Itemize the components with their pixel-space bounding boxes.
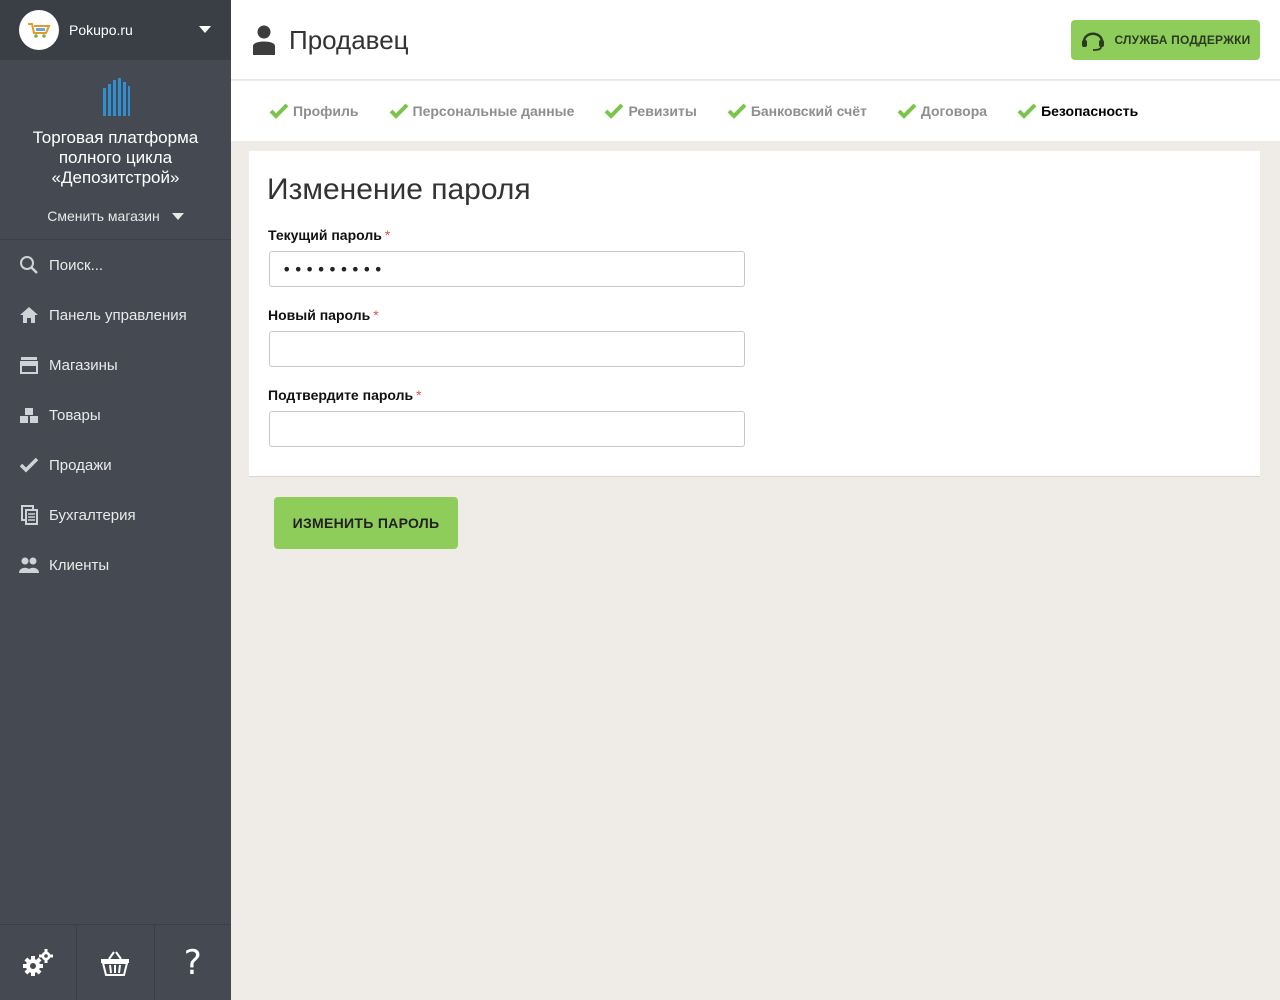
- page-title: Продавец: [289, 24, 409, 55]
- sidebar-item-label: Магазины: [49, 356, 118, 374]
- check-icon: [269, 103, 289, 119]
- check-icon: [605, 103, 624, 119]
- sidebar-item-search[interactable]: Поиск...: [0, 240, 231, 290]
- sidebar-nav: Поиск... Панель управления Магазины Това…: [0, 240, 231, 590]
- sidebar-item-accounting[interactable]: Бухгалтерия: [0, 490, 231, 540]
- new-password-input[interactable]: [269, 331, 745, 367]
- current-password-label-text: Текущий пароль: [268, 227, 382, 243]
- store-selector[interactable]: Pokupo.ru: [0, 0, 231, 60]
- platform-logo: [102, 78, 130, 116]
- confirm-password-label-text: Подтвердите пароль: [268, 387, 414, 403]
- basket-icon: [101, 950, 130, 976]
- required-mark: *: [416, 387, 422, 403]
- new-password-label: Новый пароль *: [268, 307, 379, 323]
- platform-name: Торговая платформа полного цикла «Депози…: [32, 128, 199, 187]
- store-icon: [19, 355, 39, 375]
- boxes-icon: [19, 405, 39, 425]
- current-password-label: Текущий пароль *: [268, 227, 390, 243]
- tab-requisites[interactable]: Ревизиты: [604, 103, 697, 119]
- home-icon: [19, 305, 39, 325]
- tab-label: Банковский счёт: [750, 103, 867, 119]
- basket-button[interactable]: [77, 925, 155, 1000]
- sidebar-item-products[interactable]: Товары: [0, 390, 231, 440]
- headset-icon: [1082, 32, 1105, 51]
- page-header: Продавец СЛУЖБА ПОДДЕРЖКИ: [231, 0, 1280, 80]
- help-icon: ?: [183, 942, 202, 983]
- switch-store-button[interactable]: Сменить магазин: [0, 208, 231, 224]
- tab-personal-data[interactable]: Персональные данные: [389, 103, 575, 119]
- switch-store-label: Сменить магазин: [47, 208, 160, 224]
- sidebar-item-sales[interactable]: Продажи: [0, 440, 231, 490]
- sidebar-item-label: Поиск...: [49, 256, 104, 274]
- documents-icon: [19, 505, 39, 525]
- confirm-password-label: Подтвердите пароль *: [268, 387, 422, 403]
- sidebar: Pokupo.ru Торговая платформа полного цик…: [0, 0, 231, 1000]
- tab-contracts[interactable]: Договора: [897, 103, 987, 119]
- tab-bank-account[interactable]: Банковский счёт: [727, 103, 867, 119]
- tab-label: Ревизиты: [628, 103, 697, 119]
- sidebar-item-clients[interactable]: Клиенты: [0, 540, 231, 590]
- gears-icon: [23, 948, 54, 976]
- sidebar-item-stores[interactable]: Магазины: [0, 340, 231, 390]
- sidebar-item-label: Продажи: [49, 456, 112, 474]
- search-icon: [19, 255, 39, 275]
- users-icon: [19, 555, 39, 575]
- settings-button[interactable]: [0, 925, 78, 1000]
- sidebar-item-label: Товары: [49, 406, 101, 424]
- user-icon: [253, 25, 275, 55]
- store-name: Pokupo.ru: [69, 22, 133, 38]
- tab-label: Профиль: [293, 103, 359, 119]
- page-title-wrap: Продавец: [253, 24, 409, 56]
- current-password-input[interactable]: [269, 251, 745, 287]
- tab-label: Договора: [920, 103, 988, 119]
- check-icon: [897, 103, 917, 119]
- help-button[interactable]: ?: [155, 925, 231, 1000]
- required-mark: *: [384, 227, 391, 243]
- change-password-button-label: ИЗМЕНИТЬ ПАРОЛЬ: [292, 515, 440, 531]
- tab-label: Безопасность: [1041, 103, 1139, 119]
- platform-info: Торговая платформа полного цикла «Депози…: [0, 60, 231, 240]
- change-password-card: Изменение пароля Текущий пароль* Новый п…: [249, 151, 1260, 477]
- chevron-down-icon: [199, 26, 211, 33]
- sidebar-bottom-bar: ?: [0, 924, 231, 1000]
- sidebar-item-label: Бухгалтерия: [49, 506, 136, 524]
- sidebar-item-dashboard[interactable]: Панель управления: [0, 290, 231, 340]
- check-icon: [1017, 103, 1037, 119]
- check-icon: [389, 103, 408, 119]
- confirm-password-input[interactable]: [269, 411, 745, 447]
- new-password-label-text: Новый пароль: [268, 307, 371, 323]
- store-logo: [19, 10, 59, 50]
- card-title: Изменение пароля: [267, 173, 531, 206]
- tab-security[interactable]: Безопасность: [1017, 103, 1138, 119]
- tab-profile[interactable]: Профиль: [269, 103, 359, 119]
- sidebar-item-label: Панель управления: [49, 306, 187, 324]
- profile-tabs: Профиль Персональные данные Ревизиты Бан…: [231, 81, 1280, 141]
- tab-label: Персональные данные: [412, 103, 575, 119]
- required-mark: *: [373, 307, 379, 323]
- chevron-down-icon: [171, 212, 184, 220]
- sidebar-item-label: Клиенты: [49, 556, 110, 574]
- change-password-button[interactable]: ИЗМЕНИТЬ ПАРОЛЬ: [274, 497, 458, 549]
- support-button[interactable]: СЛУЖБА ПОДДЕРЖКИ: [1071, 20, 1260, 60]
- check-icon: [19, 455, 39, 475]
- check-icon: [727, 103, 747, 119]
- support-button-label: СЛУЖБА ПОДДЕРЖКИ: [1114, 33, 1251, 47]
